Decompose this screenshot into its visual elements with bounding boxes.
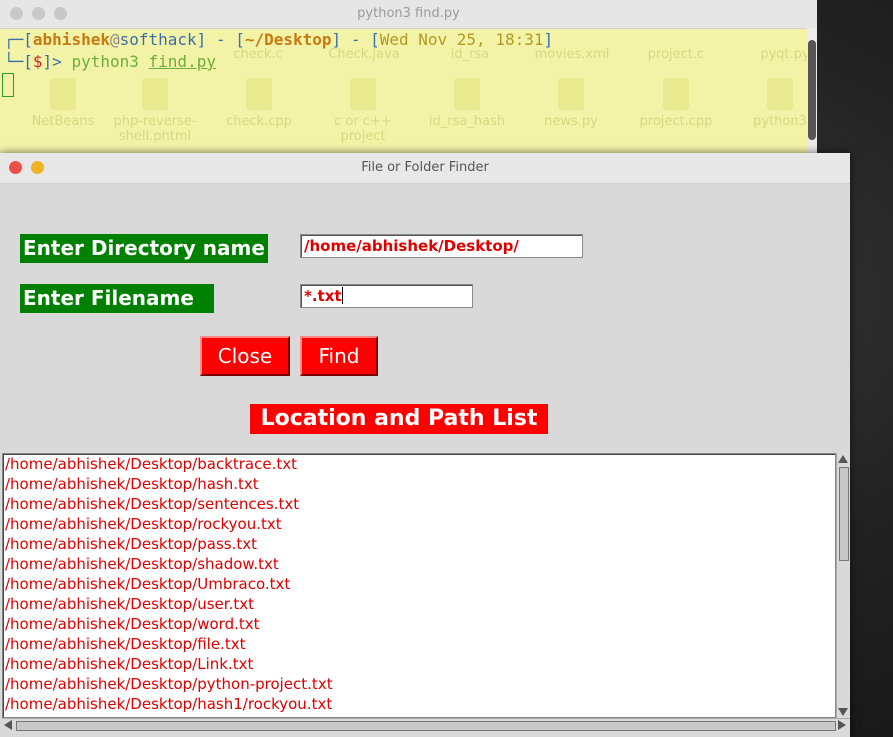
vertical-scrollbar[interactable] <box>836 453 850 718</box>
list-item[interactable]: /home/abhishek/Desktop/sentences.txt <box>3 494 835 514</box>
list-item[interactable]: /home/abhishek/Desktop/shadow.txt <box>3 554 835 574</box>
desktop-icon-label: NetBeans <box>31 114 95 129</box>
file-icon <box>558 78 584 110</box>
desktop-icon: check.cpp <box>209 78 309 129</box>
terminal-cursor <box>2 73 14 97</box>
desktop-icon: project.cpp <box>626 78 726 129</box>
terminal-scrollbar[interactable] <box>807 28 817 160</box>
horizontal-scrollbar[interactable] <box>2 718 850 732</box>
terminal-window: python3 find.py check.c Check.java id_rs… <box>0 0 817 160</box>
close-button[interactable]: Close <box>200 336 290 376</box>
desktop-icon-label: check.c <box>233 47 283 62</box>
desktop-icon: movies.xml <box>522 47 622 62</box>
terminal-scroll-thumb[interactable] <box>808 40 816 140</box>
desktop-icon-label: c or c++ project <box>334 114 392 144</box>
prompt-command: python3 <box>71 52 139 71</box>
scroll-right-arrow-icon[interactable] <box>838 720 846 730</box>
filename-input-text: *.txt <box>304 287 342 305</box>
prompt-line-1: ┌─[abhishek@softhack] - [~/Desktop] - [W… <box>4 30 553 49</box>
desktop-icon-label: php-reverse-shell.phtml <box>113 114 197 144</box>
scroll-down-arrow-icon[interactable] <box>838 708 848 716</box>
list-item[interactable]: /home/abhishek/Desktop/python-project.tx… <box>3 674 835 694</box>
desktop-icon-label: pyqt.py <box>760 47 810 62</box>
folder-icon <box>350 78 376 110</box>
file-icon <box>246 78 272 110</box>
prompt-dollar: $ <box>32 52 43 71</box>
list-item[interactable]: /home/abhishek/Desktop/rockyou.txt <box>3 514 835 534</box>
file-icon <box>50 78 76 110</box>
desktop-icon-label: id_rsa_hash <box>428 114 506 129</box>
desktop-icon-label: movies.xml <box>534 47 610 62</box>
filename-label: Enter Filename <box>20 284 214 313</box>
list-item[interactable]: /home/abhishek/Desktop/Link.txt <box>3 654 835 674</box>
list-item[interactable]: /home/abhishek/Desktop/user.txt <box>3 594 835 614</box>
file-icon <box>142 78 168 110</box>
desktop-icon: c or c++ project <box>313 78 413 144</box>
scroll-left-arrow-icon[interactable] <box>4 720 12 730</box>
list-item[interactable]: /home/abhishek/Desktop/Umbraco.txt <box>3 574 835 594</box>
find-button[interactable]: Find <box>300 336 378 376</box>
prompt-path: ~/Desktop <box>244 30 332 49</box>
desktop-icon-label: id_rsa <box>450 47 490 62</box>
horizontal-scroll-thumb[interactable] <box>16 721 836 731</box>
prompt-sep: ] - [ <box>196 30 245 49</box>
prompt-datetime: Wed Nov 25, 18:31 <box>379 30 544 49</box>
list-item[interactable]: /home/abhishek/Desktop/hash.txt <box>3 474 835 494</box>
text-caret <box>341 287 343 304</box>
prompt-host: softhack <box>119 30 197 49</box>
terminal-body[interactable]: check.c Check.java id_rsa movies.xml pro… <box>0 28 810 160</box>
desktop-icon: NetBeans <box>13 78 113 129</box>
file-icon <box>663 78 689 110</box>
desktop-icon: project.c <box>626 47 726 62</box>
file-icon <box>767 78 793 110</box>
results-listbox[interactable]: /home/abhishek/Desktop/backtrace.txt /ho… <box>2 453 836 718</box>
terminal-title: python3 find.py <box>357 6 460 21</box>
prompt-corner: └─[ <box>4 52 33 71</box>
prompt-arg: find.py <box>148 52 216 71</box>
desktop-icon-label: check.cpp <box>226 114 292 129</box>
prompt-sep: ] <box>543 30 554 49</box>
prompt-arrow: ]> <box>42 52 72 71</box>
desktop-icon-label: Check.java <box>328 47 400 62</box>
directory-label: Enter Directory name <box>20 234 268 263</box>
finder-titlebar: File or Folder Finder <box>0 153 850 184</box>
list-item[interactable]: /home/abhishek/Desktop/backtrace.txt <box>3 454 835 474</box>
prompt-corner: ┌─[ <box>4 30 33 49</box>
list-item[interactable]: /home/abhishek/Desktop/word.txt <box>3 614 835 634</box>
list-heading: Location and Path List <box>250 404 548 434</box>
prompt-user: abhishek <box>32 30 110 49</box>
desktop-icon: python3 <box>730 78 817 129</box>
finder-window: File or Folder Finder Enter Directory na… <box>0 153 850 737</box>
list-item[interactable]: /home/abhishek/Desktop/file.txt <box>3 634 835 654</box>
file-icon <box>454 78 480 110</box>
desktop-icon-label: python3 <box>753 114 807 129</box>
desktop-icon: php-reverse-shell.phtml <box>105 78 205 144</box>
desktop-icon: check.c <box>208 47 308 62</box>
desktop-icon: news.py <box>521 78 621 129</box>
desktop-icon: Check.java <box>314 47 414 62</box>
directory-input[interactable]: /home/abhishek/Desktop/ <box>300 234 583 258</box>
desktop-icon: id_rsa <box>420 47 520 62</box>
prompt-line-2: └─[$]> python3 find.py <box>4 52 216 71</box>
desktop-icon-label: project.cpp <box>639 114 713 129</box>
vertical-scroll-thumb[interactable] <box>839 467 849 561</box>
list-item[interactable]: /home/abhishek/Desktop/pass.txt <box>3 534 835 554</box>
prompt-sep: ] - [ <box>331 30 380 49</box>
prompt-at: @ <box>109 30 120 49</box>
desktop-icon-label: project.c <box>647 47 705 62</box>
desktop-icon: id_rsa_hash <box>417 78 517 129</box>
window-title: File or Folder Finder <box>361 160 489 175</box>
desktop-icon: pyqt.py <box>735 47 817 62</box>
terminal-titlebar: python3 find.py <box>0 0 817 29</box>
desktop-icon-label: news.py <box>544 114 598 129</box>
filename-input[interactable]: *.txt <box>300 284 473 308</box>
list-item[interactable]: /home/abhishek/Desktop/hash1/rockyou.txt <box>3 694 835 714</box>
scroll-up-arrow-icon[interactable] <box>838 455 848 463</box>
